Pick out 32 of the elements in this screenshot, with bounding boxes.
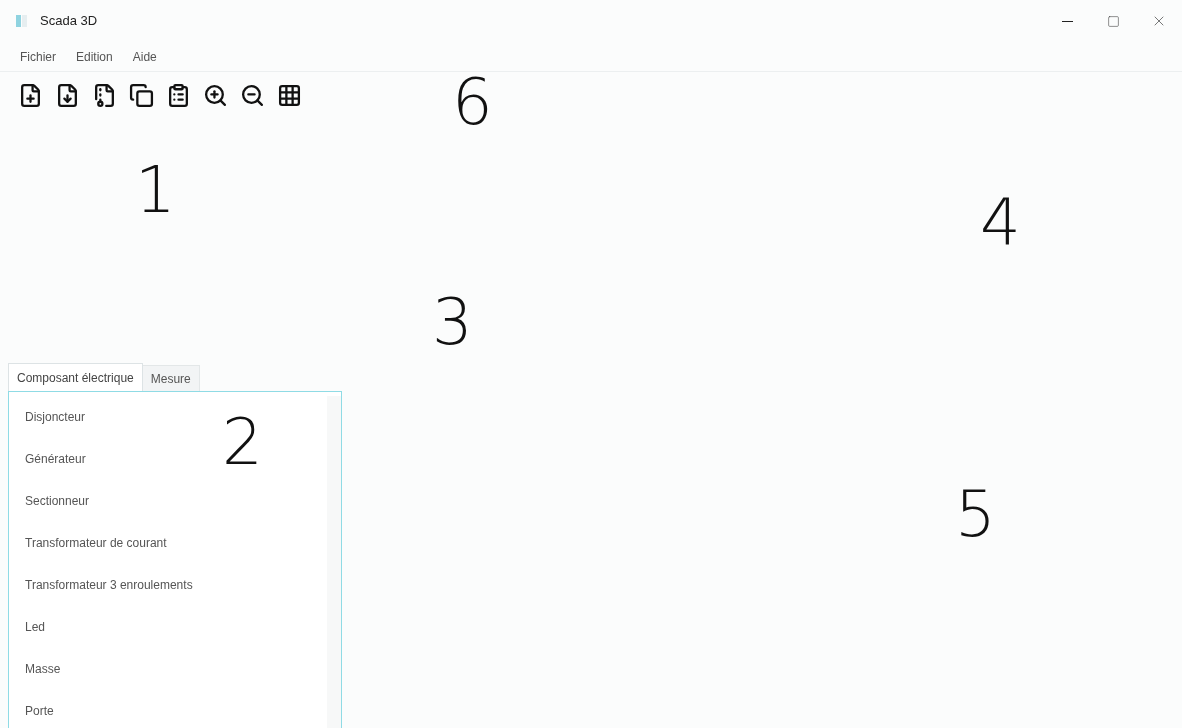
list-item[interactable]: Led — [25, 618, 46, 636]
tab[interactable]: Composant électrique — [8, 363, 143, 391]
menu-item[interactable]: Aide — [132, 47, 157, 66]
list-item[interactable]: Transformateur de courant — [25, 534, 167, 552]
copy-icon — [129, 82, 154, 108]
handwritten-number: 3 — [432, 290, 473, 354]
window-title: Scada 3D — [40, 12, 98, 31]
grid-icon — [277, 82, 302, 108]
list-item[interactable]: Générateur — [25, 450, 86, 468]
scrollbar[interactable] — [327, 396, 341, 728]
paste-icon — [166, 82, 191, 108]
zoom-out-icon — [240, 82, 265, 108]
tab[interactable]: Mesure — [142, 365, 200, 391]
maximize-icon — [1106, 14, 1120, 28]
handwritten-number: 1 — [135, 158, 176, 222]
handwritten-number: 2 — [222, 410, 263, 474]
minimize-icon — [1061, 20, 1073, 22]
handwritten-number: 5 — [955, 482, 996, 546]
list-item[interactable]: Disjoncteur — [25, 408, 86, 426]
list-item[interactable]: Sectionneur — [25, 492, 90, 510]
handwritten-number: 4 — [980, 190, 1021, 254]
zoom-in-icon — [203, 82, 228, 108]
list-item[interactable]: Transformateur 3 enroulements — [25, 576, 193, 594]
list-item[interactable]: Masse — [25, 660, 61, 678]
new-file-icon — [18, 82, 43, 108]
export-file-icon — [92, 82, 117, 108]
app-icon — [16, 14, 28, 28]
menu-item[interactable]: Edition — [76, 47, 113, 66]
save-file-icon — [55, 82, 80, 108]
list-item[interactable]: Porte — [25, 702, 54, 720]
menu-item[interactable]: Fichier — [20, 47, 56, 66]
handwritten-number: 6 — [452, 70, 493, 134]
